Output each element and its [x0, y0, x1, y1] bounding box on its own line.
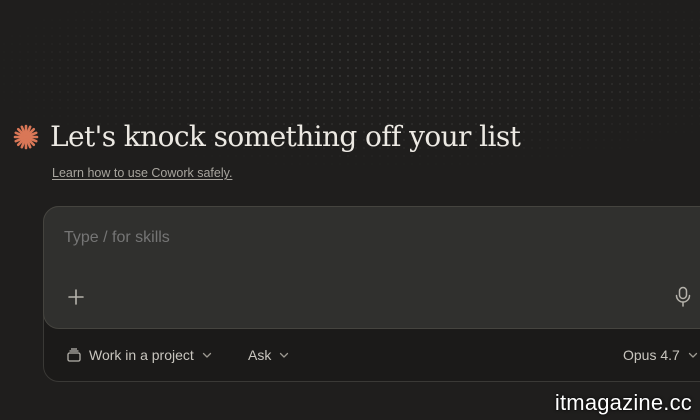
mode-dropdown[interactable]: Ask — [248, 343, 290, 367]
work-in-project-button[interactable]: Work in a project — [66, 343, 213, 367]
model-label: Opus 4.7 — [623, 347, 680, 363]
mode-label: Ask — [248, 347, 272, 363]
learn-safety-link[interactable]: Learn how to use Cowork safely. — [52, 166, 232, 180]
model-selector[interactable]: Opus 4.7 — [623, 343, 699, 367]
hero-heading: Let's knock something off your list — [12, 120, 521, 153]
prompt-input[interactable] — [64, 229, 624, 247]
microphone-icon[interactable] — [674, 286, 692, 308]
sparkle-icon — [13, 124, 39, 149]
cowork-home: Let's knock something off your list Lear… — [0, 0, 700, 420]
prompt-box[interactable] — [43, 206, 700, 329]
plus-icon[interactable] — [66, 287, 86, 307]
work-in-project-label: Work in a project — [89, 347, 194, 363]
chevron-down-icon — [688, 352, 697, 358]
watermark: itmagazine.cc — [554, 390, 692, 415]
chevron-down-icon — [280, 352, 289, 358]
folder-stack-icon — [67, 348, 81, 362]
page-title: Let's knock something off your list — [50, 120, 521, 153]
chevron-down-icon — [202, 352, 211, 358]
